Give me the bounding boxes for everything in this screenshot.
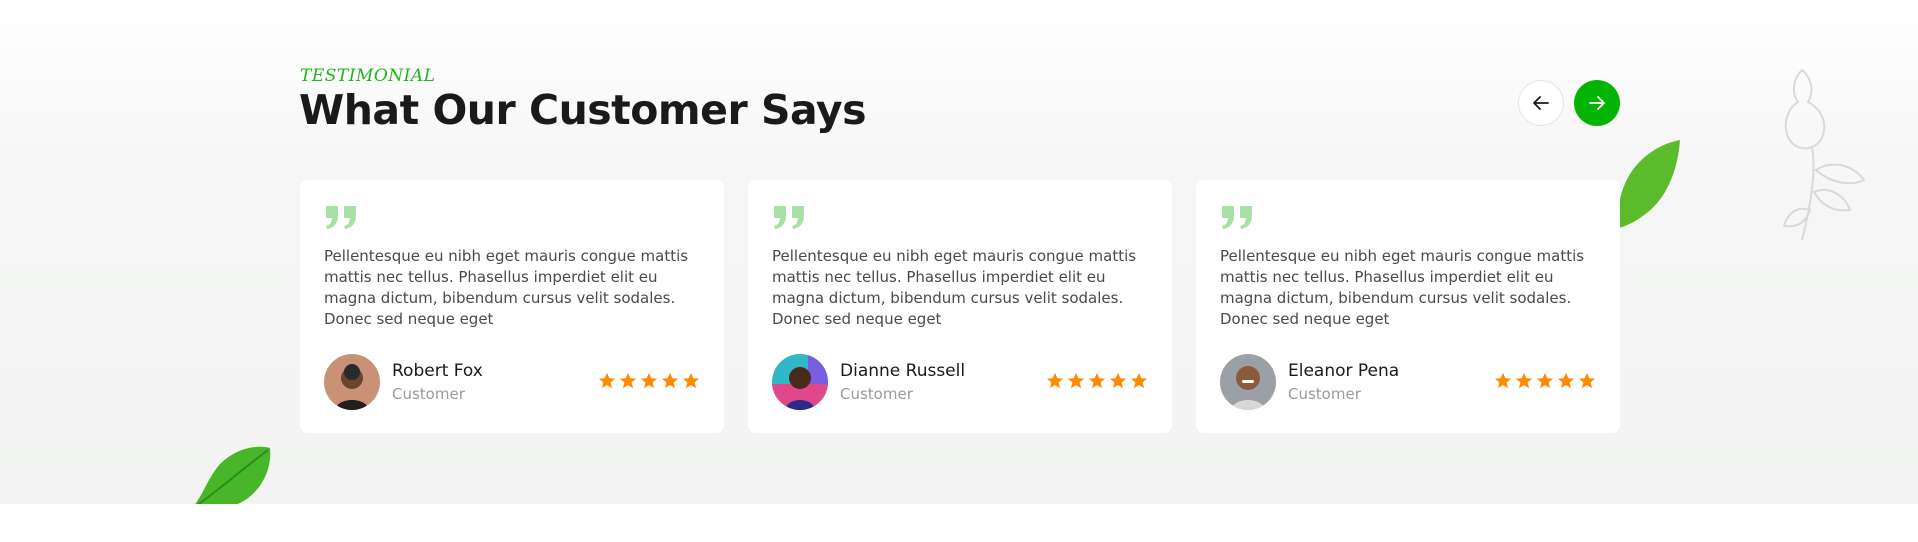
star-icon <box>1067 372 1085 389</box>
author-name: Robert Fox <box>392 361 483 381</box>
leaf-decoration-icon <box>195 446 271 504</box>
star-icon <box>1578 372 1596 389</box>
star-icon <box>1536 372 1554 389</box>
rating-stars <box>598 372 700 390</box>
author-role: Customer <box>840 385 913 403</box>
quote-icon <box>1222 206 1252 229</box>
star-icon <box>1515 372 1533 389</box>
testimonial-section: TESTIMONIAL What Our Customer Says Pelle… <box>0 0 1918 504</box>
testimonial-card: Pellentesque eu nibh eget mauris congue … <box>748 180 1172 433</box>
star-icon <box>1046 372 1064 389</box>
vegetable-sketch-icon <box>1782 68 1866 241</box>
avatar <box>324 354 380 410</box>
testimonial-card: Pellentesque eu nibh eget mauris congue … <box>1196 180 1620 433</box>
star-icon <box>682 372 700 389</box>
arrow-left-icon <box>1533 96 1549 110</box>
author-role: Customer <box>1288 385 1361 403</box>
quote-icon <box>774 206 804 229</box>
star-icon <box>1109 372 1127 389</box>
author-name: Eleanor Pena <box>1288 361 1400 381</box>
arrow-right-icon <box>1589 96 1605 110</box>
testimonial-text: Pellentesque eu nibh eget mauris congue … <box>1220 247 1585 328</box>
star-icon <box>1088 372 1106 389</box>
star-icon <box>1557 372 1575 389</box>
testimonial-text: Pellentesque eu nibh eget mauris congue … <box>324 247 689 328</box>
author-name: Dianne Russell <box>840 361 966 381</box>
rating-stars <box>1494 372 1596 390</box>
previous-button[interactable] <box>1518 80 1564 126</box>
quote-icon <box>326 206 356 229</box>
star-icon <box>661 372 679 389</box>
testimonial-card: Pellentesque eu nibh eget mauris congue … <box>300 180 724 433</box>
star-icon <box>1494 372 1512 389</box>
testimonial-text: Pellentesque eu nibh eget mauris congue … <box>772 247 1137 328</box>
next-button[interactable] <box>1574 80 1620 126</box>
rating-stars <box>1046 372 1148 390</box>
star-icon <box>619 372 637 389</box>
author-role: Customer <box>392 385 465 403</box>
avatar <box>1220 354 1276 410</box>
section-title: What Our Customer Says <box>299 86 867 134</box>
avatar <box>772 354 828 410</box>
star-icon <box>598 372 616 389</box>
star-icon <box>1130 372 1148 389</box>
section-eyebrow: TESTIMONIAL <box>300 66 436 86</box>
star-icon <box>640 372 658 389</box>
leaf-decoration-icon <box>1617 140 1680 228</box>
